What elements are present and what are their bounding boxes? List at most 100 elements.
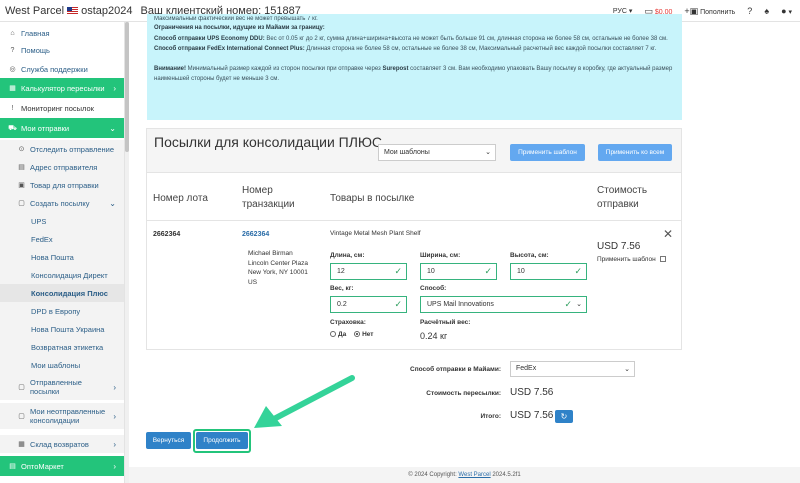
sidebar-item-sent-parcels[interactable]: ▢ Отправленные посылки › [0, 374, 124, 400]
sidebar-item-dpd-europe[interactable]: DPD в Европу [0, 302, 124, 320]
item-name: Vintage Metal Mesh Plant Shelf [330, 230, 421, 237]
sidebar-item-sender-address[interactable]: ▤ Адрес отправителя [0, 158, 124, 176]
sidebar-scrollbar-thumb[interactable] [125, 22, 129, 152]
sidebar-item-label: Отправленные посылки [30, 378, 82, 396]
continue-button[interactable]: Продолжить [196, 432, 248, 449]
sidebar-item-label: Товар для отправки [30, 180, 99, 190]
back-button[interactable]: Вернуться [146, 432, 191, 449]
sidebar-item-fedex[interactable]: FedEx [0, 230, 124, 248]
sidebar-item-label: Возвратная этикетка [31, 342, 104, 352]
check-icon: ✓ [574, 266, 582, 276]
sidebar-item-return-label[interactable]: Возвратная этикетка [0, 338, 124, 356]
insurance-yes[interactable]: Да [330, 331, 346, 338]
us-flag-icon [67, 7, 79, 14]
sidebar-item-monitoring[interactable]: ! Мониторинг посылок [0, 102, 124, 114]
address-line: US [248, 278, 258, 286]
chevron-right-icon: › [113, 83, 116, 93]
address-line: Michael Birman [248, 250, 293, 257]
sidebar-item-calculator[interactable]: ▦ Калькулятор пересылки › [0, 78, 124, 98]
sidebar-item-my-shipments[interactable]: ⛟ Мои отправки ⌄ [0, 118, 124, 138]
templates-select[interactable]: Мои шаблоны ⌄ [378, 144, 496, 161]
lot-number: 2662364 [153, 231, 181, 238]
height-value: 10 [517, 268, 525, 275]
close-icon[interactable]: ✕ [663, 227, 673, 241]
sidebar-item-label: Мониторинг посылок [21, 103, 94, 113]
chevron-down-icon: ⌄ [624, 366, 630, 373]
recipient-address: Michael Birman Lincoln Center Plaza New … [248, 249, 308, 287]
sidebar-item-unsent-consolidations[interactable]: ▢ Мои неотправленные консолидации › [0, 403, 124, 429]
user-menu-button[interactable]: ● ▾ [781, 6, 792, 16]
templates-select-value: Мои шаблоны [384, 149, 430, 156]
sidebar-item-optomarket[interactable]: ▤ ОптоМаркет › [0, 456, 124, 476]
sidebar-item-create-parcel[interactable]: ▢ Создать посылку ⌄ [0, 194, 124, 212]
insurance-options: Да Нет [330, 331, 373, 338]
card-title: Посылки для консолидации ПЛЮС [154, 134, 382, 150]
apply-template-checkbox[interactable]: Применить шаблон [597, 256, 666, 263]
sidebar-item-nova-poshta[interactable]: Нова Пошта [0, 248, 124, 266]
sidebar-item-support[interactable]: ◎ Служба поддержки [0, 63, 124, 75]
shipping-cost: USD 7.56 [597, 241, 641, 252]
help-button[interactable]: ? [747, 6, 752, 16]
username: ostap2024 [81, 4, 133, 17]
row-divider [147, 220, 681, 221]
warehouse-icon: ▦ [18, 441, 25, 448]
parcels-card: Посылки для консолидации ПЛЮС Мои шаблон… [146, 128, 682, 350]
refresh-button[interactable]: ↻ [555, 410, 573, 423]
sidebar-item-consolidation-plus[interactable]: Консолидация Плюс [0, 284, 124, 302]
info-bold: Внимание! [154, 65, 186, 72]
method-label: Способ: [420, 285, 447, 292]
brand-name: West Parcel [5, 4, 65, 17]
insurance-no[interactable]: Нет [354, 331, 373, 338]
sidebar-item-my-templates[interactable]: Мои шаблоны [0, 356, 124, 374]
ship-method-select[interactable]: FedEx ⌄ [510, 361, 635, 377]
support-icon: ◎ [9, 66, 16, 73]
transaction-link[interactable]: 2662364 [242, 231, 269, 238]
forwarding-cost-value: USD 7.56 [510, 387, 554, 398]
radio-icon [330, 331, 336, 338]
sidebar-item-consolidation-direct[interactable]: Консолидация Директ [0, 266, 124, 284]
check-icon: ✓ [394, 299, 402, 309]
check-icon: ✓ [484, 266, 492, 276]
calc-weight-label: Расчётный вес: [420, 319, 471, 326]
notifications-button[interactable]: ♠ [764, 6, 769, 16]
topup-link[interactable]: +▣ Пополнить [684, 6, 735, 17]
info-heading: Ограничения на посылки, идущие из Майами… [154, 25, 325, 31]
check-icon: ✓ [394, 266, 402, 276]
height-label: Высота, см: [510, 252, 549, 259]
apply-template-button[interactable]: Применить шаблон [510, 144, 585, 161]
width-input[interactable]: 10 ✓ [420, 263, 497, 280]
help-icon: ? [10, 46, 15, 54]
refresh-icon: ↻ [560, 412, 568, 421]
create-icon: ▢ [18, 200, 25, 207]
apply-all-button[interactable]: Применить ко всем [598, 144, 672, 161]
sidebar-item-returns-warehouse[interactable]: ▦ Склад возвратов › [0, 435, 124, 453]
sidebar-item-track[interactable]: ⊙ Отследить отправление [0, 140, 124, 158]
method-select[interactable]: UPS Mail Innovations ✓ ⌄ [420, 296, 587, 313]
chevron-down-icon: ⌄ [109, 123, 116, 133]
length-label: Длина, см: [330, 252, 365, 259]
weight-input[interactable]: 0.2 ✓ [330, 296, 407, 313]
goods-icon: ▣ [18, 182, 25, 189]
info-bold: Surepost [382, 65, 409, 72]
sidebar-item-nova-poshta-ua[interactable]: Нова Пошта Украина [0, 320, 124, 338]
sidebar-item-goods[interactable]: ▣ Товар для отправки [0, 176, 124, 194]
sidebar-item-label: DPD в Европу [31, 306, 81, 316]
chevron-right-icon: › [113, 382, 116, 392]
info-text: Минимальный размер каждой из сторон посы… [186, 65, 383, 72]
brand[interactable]: West Parcel ostap2024 [0, 5, 132, 17]
market-icon: ▤ [9, 463, 16, 470]
home-icon: ⌂ [10, 29, 15, 37]
sidebar-item-label: Главная [21, 28, 50, 38]
sidebar-item-label: FedEx [31, 234, 53, 244]
sidebar-item-ups[interactable]: UPS [0, 212, 124, 230]
height-input[interactable]: 10 ✓ [510, 263, 587, 280]
radio-checked-icon [354, 331, 361, 338]
info-line: Внимание! Минимальный размер каждой из с… [154, 64, 675, 85]
sidebar-item-help[interactable]: ? Помощь [0, 44, 124, 56]
weight-value: 0.2 [337, 301, 347, 308]
footer-link[interactable]: West Parcel [458, 472, 490, 478]
length-input[interactable]: 12 ✓ [330, 263, 407, 280]
address-icon: ▤ [18, 164, 25, 171]
sidebar-item-home[interactable]: ⌂ Главная [0, 27, 124, 39]
calculator-icon: ▦ [9, 85, 16, 92]
